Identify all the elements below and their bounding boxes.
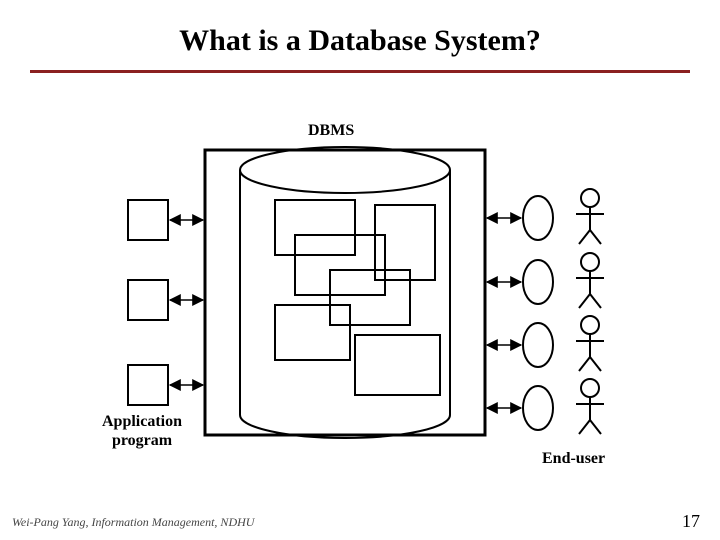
diagram-canvas [0,0,720,540]
label-dbms: DBMS [308,122,354,140]
label-app-program: Application program [102,412,182,450]
right-connectors [487,218,521,408]
page-number: 17 [682,511,700,532]
terminal-icons [523,196,553,430]
end-user-icons [576,189,604,434]
data-rectangles [275,200,440,395]
left-connectors [170,220,203,385]
app-program-boxes [128,200,168,405]
footer-source: Wei-Pang Yang, Information Management, N… [12,515,254,530]
label-end-user: End-user [542,450,605,468]
